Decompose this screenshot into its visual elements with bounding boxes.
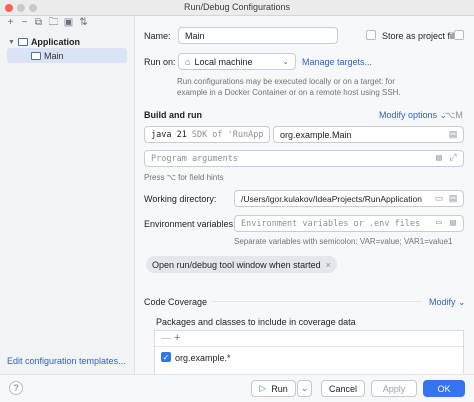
modify-options-label: Modify options [379,110,438,120]
sdk-hint: SDK of 'RunApp [191,129,264,140]
chevron-down-icon: ⌄ [282,57,289,66]
cancel-button[interactable]: Cancel [321,380,365,397]
remove-pattern-icon[interactable]: — [161,333,171,344]
folder-icon[interactable]: ▣ [63,17,74,29]
insert-macro-icon[interactable]: ▤ [448,194,458,203]
coverage-packages-list: — + ✓ org.example.* [154,330,464,376]
environment-variables-field[interactable]: Environment variables or .env files ▭ ▤ [234,215,464,232]
browse-class-icon[interactable]: ▤ [448,130,458,139]
tree-group-label: Application [30,37,80,47]
remove-icon[interactable]: − [19,17,30,29]
application-config-icon [31,51,41,60]
sdk-dropdown[interactable]: java 21 SDK of 'RunApp [144,126,270,143]
apply-button[interactable]: Apply [371,380,417,397]
tree-item-main[interactable]: Main [7,48,127,63]
name-value: Main [185,30,205,41]
tree-group-application[interactable]: ▼ Application [8,36,80,48]
program-arguments-field[interactable]: Program arguments ▤ ⤢ [144,150,464,167]
edit-templates-link[interactable]: Edit configuration templates... [7,356,126,366]
chevron-down-icon: ⌄ [458,297,466,307]
run-button[interactable]: ▷ Run [251,380,296,397]
expand-icon[interactable]: ⤢ [448,154,458,163]
settings-file-icon[interactable] [454,30,464,40]
folder-icon[interactable]: ▭ [434,194,444,203]
run-on-hint: Run configurations may be executed local… [177,77,401,97]
tree-item-label: Main [44,50,64,61]
run-on-value: Local machine [194,56,253,67]
store-as-project-label: Store as project file [382,31,460,41]
chevron-down-icon[interactable]: ▼ [8,39,15,46]
application-icon [17,38,28,46]
run-options-dropdown[interactable]: ⌄ [297,380,312,397]
working-directory-label: Working directory: [144,194,217,204]
list-toolbar-separator [155,346,463,347]
name-field[interactable]: Main [178,27,338,44]
open-tool-window-option[interactable]: Open run/debug tool window when started … [146,256,337,273]
open-tool-window-label: Open run/debug tool window when started [152,259,321,270]
modify-options-shortcut: ⌥M [445,110,463,120]
home-icon: ⌂ [185,56,191,67]
store-as-project-checkbox[interactable] [366,30,376,40]
coverage-item-checkbox[interactable]: ✓ [161,352,171,362]
coverage-packages-label: Packages and classes to include in cover… [156,317,356,327]
main-class-value: org.example.Main [280,129,352,140]
remove-option-icon[interactable]: × [326,260,331,270]
copy-icon[interactable]: ⧉ [33,17,44,29]
field-hints-text: Press ⌥ for field hints [144,173,224,182]
edit-variables-icon[interactable]: ▤ [448,219,458,228]
insert-macro-icon[interactable]: ▤ [434,154,444,163]
program-arguments-placeholder: Program arguments [151,153,238,164]
manage-targets-link[interactable]: Manage targets... [302,57,372,67]
run-on-dropdown[interactable]: ⌂ Local machine ⌄ [178,53,296,70]
code-coverage-separator [212,301,422,302]
configurations-sidebar [0,16,135,374]
environment-variables-placeholder: Environment variables or .env files [241,218,421,229]
code-coverage-heading: Code Coverage [144,297,208,307]
chevron-down-icon: ⌄ [300,383,309,393]
dialog-footer: ? ▷ Run ⌄ Cancel Apply OK [0,374,474,402]
sidebar-toolbar: + − ⧉ 🗀 ▣ ⇅ [0,16,135,32]
coverage-item-label: org.example.* [175,353,231,363]
sort-icon[interactable]: ⇅ [78,17,89,29]
add-pattern-icon[interactable]: + [174,332,180,344]
run-icon: ▷ [259,383,267,393]
run-button-label: Run [271,383,288,394]
build-and-run-heading: Build and run [144,110,202,120]
working-directory-value: /Users/igor.kulakov/IdeaProjects/RunAppl… [241,193,422,204]
modify-options-link[interactable]: Modify options ⌄ [379,110,447,121]
run-on-label: Run on: [144,57,176,67]
name-label: Name: [144,31,171,41]
help-button[interactable]: ? [9,381,23,395]
environment-variables-label: Environment variables: [144,219,236,229]
modify-coverage-label: Modify [429,297,456,307]
title-bar: Run/Debug Configurations [0,0,474,16]
working-directory-field[interactable]: /Users/igor.kulakov/IdeaProjects/RunAppl… [234,190,464,207]
configuration-form: Name: Main Store as project file Run on:… [136,16,474,376]
environment-variables-hint: Separate variables with semicolon: VAR=v… [234,237,453,246]
modify-coverage-link[interactable]: Modify ⌄ [429,297,466,308]
main-class-field[interactable]: org.example.Main ▤ [273,126,464,143]
sdk-value: java 21 [151,129,187,140]
folder-icon[interactable]: ▭ [434,219,444,228]
save-icon[interactable]: 🗀 [48,17,59,29]
ok-button[interactable]: OK [423,380,465,397]
add-icon[interactable]: + [5,17,16,29]
window-title: Run/Debug Configurations [183,2,291,12]
